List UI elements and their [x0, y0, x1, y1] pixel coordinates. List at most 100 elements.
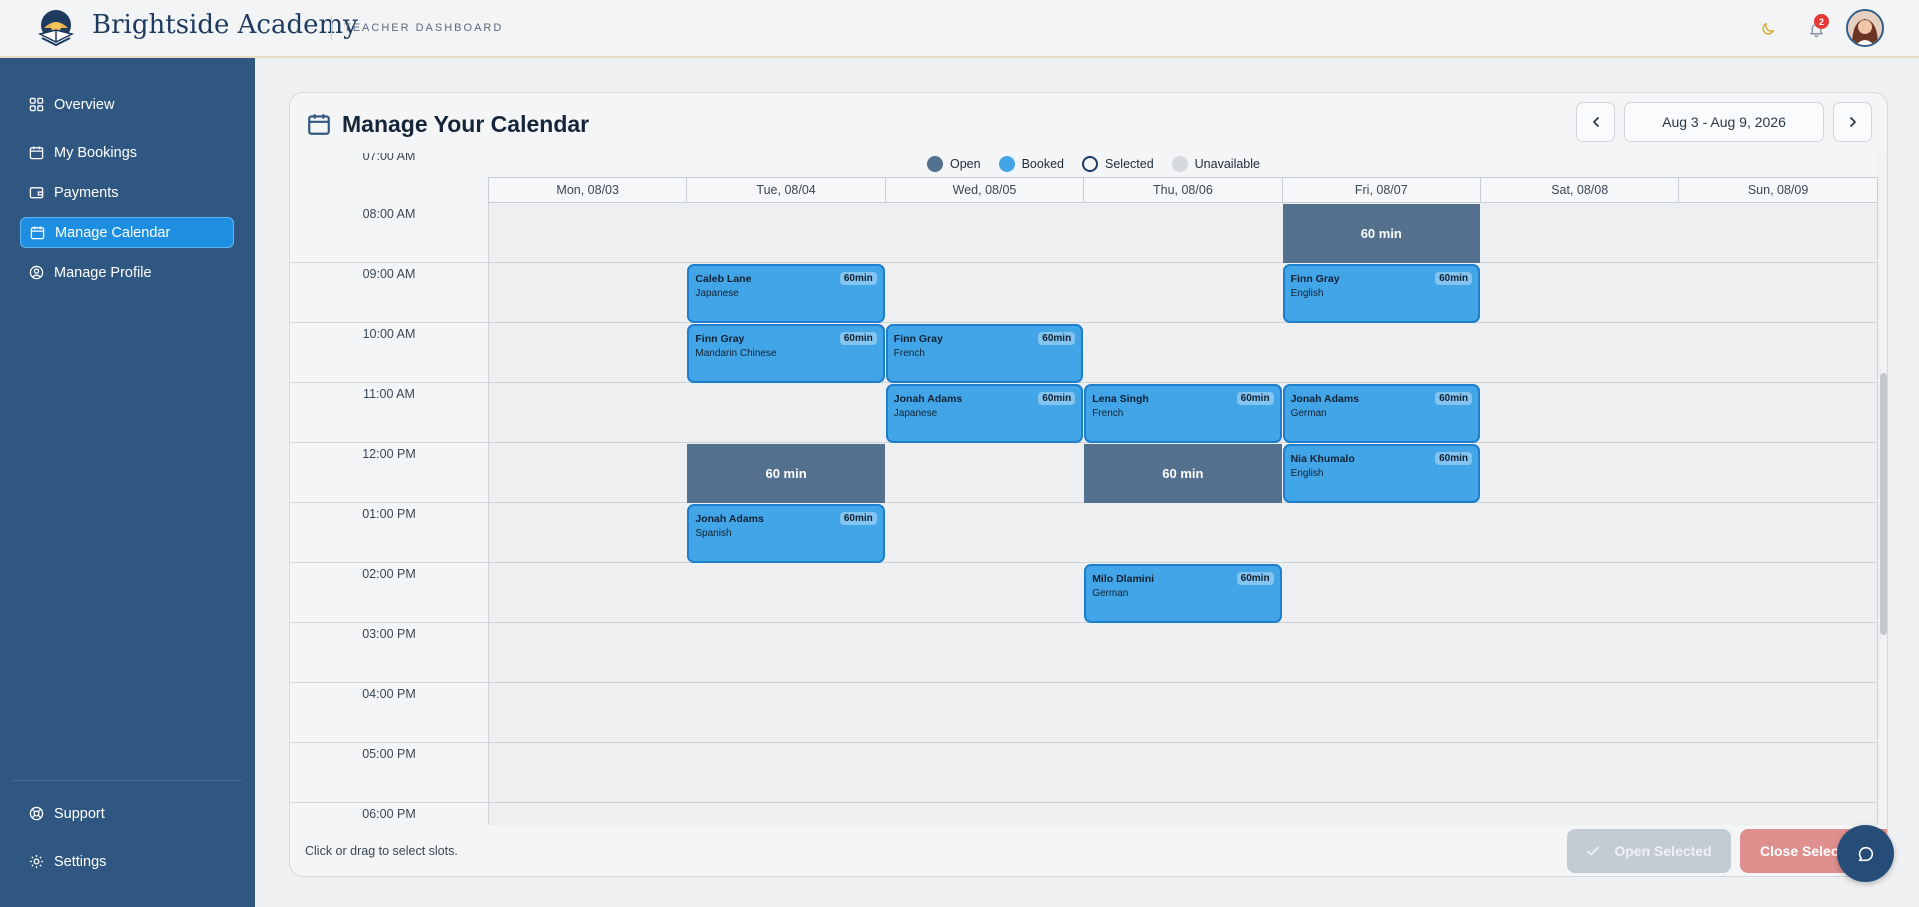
open-slot[interactable]: 60 min [1282, 204, 1480, 263]
calendar-cell[interactable] [488, 443, 688, 503]
booked-slot[interactable]: Jonah Adams Japanese 60min [885, 384, 1084, 443]
calendar-cell[interactable] [488, 263, 688, 323]
calendar-cell[interactable] [884, 503, 1085, 563]
calendar-cell[interactable] [1678, 803, 1878, 825]
sidebar-item-manage-profile[interactable]: Manage Profile [20, 257, 234, 288]
day-header: Mon, 08/03 [488, 177, 688, 203]
duration-badge: 60min [1038, 332, 1076, 345]
calendar-cell[interactable] [1678, 263, 1878, 323]
calendar-cell[interactable] [1480, 743, 1680, 803]
calendar-cell[interactable] [1083, 203, 1283, 263]
booked-slot[interactable]: Finn Gray French 60min [885, 324, 1084, 383]
calendar-cell[interactable] [1083, 803, 1283, 825]
calendar-cell[interactable] [884, 263, 1085, 323]
next-week-button[interactable] [1833, 102, 1872, 142]
calendar-cell[interactable] [488, 383, 688, 443]
calendar-cell[interactable] [884, 623, 1085, 683]
calendar-cell[interactable] [1480, 803, 1680, 825]
calendar-cell[interactable] [1281, 803, 1481, 825]
booked-slot[interactable]: Jonah Adams German 60min [1282, 384, 1480, 443]
calendar-cell[interactable] [488, 683, 688, 743]
chat-button[interactable] [1837, 825, 1894, 882]
calendar-scrollbar[interactable] [1877, 153, 1887, 825]
calendar-cell[interactable] [686, 803, 886, 825]
calendar-cell[interactable] [686, 563, 886, 623]
sidebar-item-payments[interactable]: Payments [20, 177, 234, 208]
sidebar-item-label: Settings [54, 853, 107, 870]
calendar-cell[interactable] [686, 383, 886, 443]
calendar-cell[interactable] [686, 623, 886, 683]
sidebar-item-support[interactable]: Support [20, 798, 234, 829]
sidebar-item-overview[interactable]: Overview [20, 89, 234, 120]
calendar-cell[interactable] [884, 443, 1085, 503]
calendar-cell[interactable] [488, 803, 688, 825]
calendar-cell[interactable] [884, 743, 1085, 803]
calendar-cell[interactable] [1480, 503, 1680, 563]
calendar-cell[interactable] [1678, 383, 1878, 443]
calendar-cell[interactable] [1678, 203, 1878, 263]
calendar-cell[interactable] [884, 683, 1085, 743]
calendar-cell[interactable] [1083, 623, 1283, 683]
calendar-cell[interactable] [1281, 323, 1481, 383]
open-slot[interactable]: 60 min [1084, 444, 1282, 503]
calendar-cell[interactable] [488, 623, 688, 683]
scroll-thumb[interactable] [1880, 373, 1887, 635]
calendar-cell[interactable] [1480, 563, 1680, 623]
calendar-cell[interactable] [1083, 743, 1283, 803]
calendar-cell[interactable] [884, 203, 1085, 263]
booked-slot[interactable]: Nia Khumalo English 60min [1282, 444, 1480, 503]
calendar-cell[interactable] [686, 203, 886, 263]
calendar-cell[interactable] [1480, 383, 1680, 443]
calendar-cell[interactable] [1678, 563, 1878, 623]
calendar-cell[interactable] [488, 563, 688, 623]
calendar-cell[interactable] [1083, 503, 1283, 563]
booked-slot[interactable]: Finn Gray Mandarin Chinese 60min [687, 324, 885, 383]
legend-dot [1082, 156, 1098, 172]
calendar-cell[interactable] [1678, 743, 1878, 803]
booked-slot[interactable]: Finn Gray English 60min [1282, 264, 1480, 323]
sidebar-item-my-bookings[interactable]: My Bookings [20, 137, 234, 168]
sidebar-item-settings[interactable]: Settings [20, 846, 234, 877]
calendar-cell[interactable] [1678, 623, 1878, 683]
calendar-cell[interactable] [488, 743, 688, 803]
booked-slot[interactable]: Lena Singh French 60min [1084, 384, 1282, 443]
calendar-cell[interactable] [686, 743, 886, 803]
calendar-cell[interactable] [1678, 443, 1878, 503]
calendar-cell[interactable] [1083, 263, 1283, 323]
calendar-cell[interactable] [1083, 683, 1283, 743]
calendar-cell[interactable] [1480, 203, 1680, 263]
booked-slot[interactable]: Milo Dlamini German 60min [1084, 564, 1282, 623]
calendar-cell[interactable] [1678, 683, 1878, 743]
calendar-cell[interactable] [1281, 503, 1481, 563]
calendar-cell[interactable] [1678, 323, 1878, 383]
calendar-cell[interactable] [1480, 683, 1680, 743]
calendar-cell[interactable] [884, 563, 1085, 623]
sidebar-item-manage-calendar[interactable]: Manage Calendar [20, 217, 234, 248]
prev-week-button[interactable] [1576, 102, 1615, 142]
calendar-cell[interactable] [1480, 263, 1680, 323]
chat-bubble-icon [1858, 846, 1873, 861]
calendar-cell[interactable] [1480, 623, 1680, 683]
calendar-cell[interactable] [1281, 743, 1481, 803]
calendar-cell[interactable] [1480, 443, 1680, 503]
calendar-cell[interactable] [1083, 323, 1283, 383]
theme-toggle-button[interactable] [1753, 14, 1783, 44]
notifications-button[interactable]: 2 [1801, 14, 1831, 44]
calendar-cell[interactable] [1281, 623, 1481, 683]
calendar-cell[interactable] [686, 683, 886, 743]
date-range-display[interactable]: Aug 3 - Aug 9, 2026 [1624, 102, 1824, 142]
calendar-cell[interactable] [884, 803, 1085, 825]
user-avatar[interactable] [1846, 9, 1884, 47]
booked-slot[interactable]: Caleb Lane Japanese 60min [687, 264, 885, 323]
calendar-cell[interactable] [1678, 503, 1878, 563]
calendar-cell[interactable] [1480, 323, 1680, 383]
booked-slot[interactable]: Jonah Adams Spanish 60min [687, 504, 885, 563]
open-selected-button[interactable]: Open Selected [1567, 829, 1731, 873]
calendar-cell[interactable] [488, 503, 688, 563]
duration-badge: 60min [839, 272, 877, 285]
calendar-cell[interactable] [488, 203, 688, 263]
calendar-cell[interactable] [1281, 683, 1481, 743]
open-slot[interactable]: 60 min [687, 444, 885, 503]
calendar-cell[interactable] [488, 323, 688, 383]
calendar-cell[interactable] [1281, 563, 1481, 623]
